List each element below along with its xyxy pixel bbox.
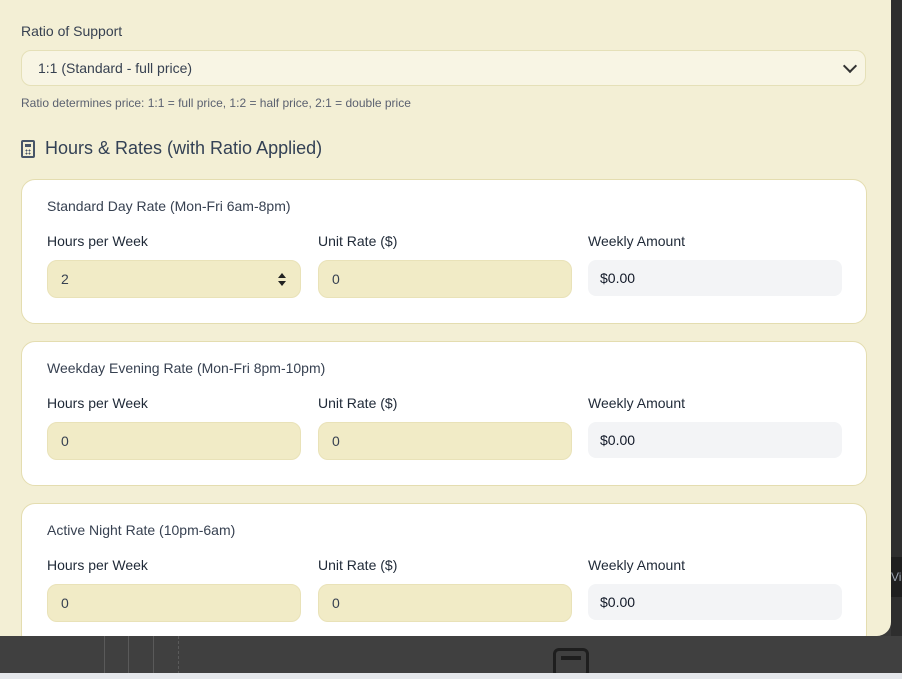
hours-value: 0 [61, 433, 69, 449]
unit-rate-input[interactable]: 0 [318, 584, 572, 622]
rates-modal: Ratio of Support 1:1 (Standard - full pr… [0, 0, 891, 636]
hours-label: Hours per Week [47, 233, 148, 249]
hours-input[interactable]: 0 [47, 422, 301, 460]
hours-input[interactable]: 2 [47, 260, 301, 298]
weekly-amount-display: $0.00 [588, 422, 842, 458]
rate-card-title: Weekday Evening Rate (Mon-Fri 8pm-10pm) [47, 360, 326, 376]
unit-rate-value: 0 [332, 433, 340, 449]
unit-rate-label: Unit Rate ($) [318, 233, 398, 249]
unit-rate-label: Unit Rate ($) [318, 395, 398, 411]
ratio-label: Ratio of Support [21, 23, 123, 39]
rate-card-standard-day: Standard Day Rate (Mon-Fri 6am-8pm) Hour… [21, 179, 867, 324]
section-heading: Hours & Rates (with Ratio Applied) [21, 138, 322, 159]
rate-card-title: Standard Day Rate (Mon-Fri 6am-8pm) [47, 198, 291, 214]
weekly-amount-display: $0.00 [588, 260, 842, 296]
hours-input[interactable]: 0 [47, 584, 301, 622]
ratio-hint: Ratio determines price: 1:1 = full price… [21, 96, 411, 110]
number-stepper-icon[interactable] [278, 273, 286, 287]
background-tab: Vi [891, 557, 902, 597]
calculator-icon [21, 139, 35, 158]
background-page-edge [891, 0, 902, 636]
hours-value: 2 [61, 271, 69, 287]
rate-card-active-night: Active Night Rate (10pm-6am) Hours per W… [21, 503, 867, 636]
weekly-amount-value: $0.00 [600, 594, 636, 610]
section-title: Hours & Rates (with Ratio Applied) [45, 138, 323, 158]
chevron-down-icon [842, 58, 858, 74]
hours-value: 0 [61, 595, 69, 611]
hours-label: Hours per Week [47, 557, 148, 573]
weekly-amount-label: Weekly Amount [588, 557, 686, 573]
background-footer [0, 673, 902, 679]
rate-card-title: Active Night Rate (10pm-6am) [47, 522, 236, 538]
ratio-select[interactable]: 1:1 (Standard - full price) [21, 50, 866, 86]
weekly-amount-value: $0.00 [600, 432, 636, 448]
weekly-amount-value: $0.00 [600, 270, 636, 286]
weekly-amount-display: $0.00 [588, 584, 842, 620]
weekly-amount-label: Weekly Amount [588, 233, 686, 249]
hours-label: Hours per Week [47, 395, 148, 411]
unit-rate-label: Unit Rate ($) [318, 557, 398, 573]
rate-card-weekday-evening: Weekday Evening Rate (Mon-Fri 8pm-10pm) … [21, 341, 867, 486]
unit-rate-input[interactable]: 0 [318, 260, 572, 298]
weekly-amount-label: Weekly Amount [588, 395, 686, 411]
unit-rate-value: 0 [332, 595, 340, 611]
ratio-selected-value: 1:1 (Standard - full price) [38, 60, 193, 76]
unit-rate-value: 0 [332, 271, 340, 287]
unit-rate-input[interactable]: 0 [318, 422, 572, 460]
